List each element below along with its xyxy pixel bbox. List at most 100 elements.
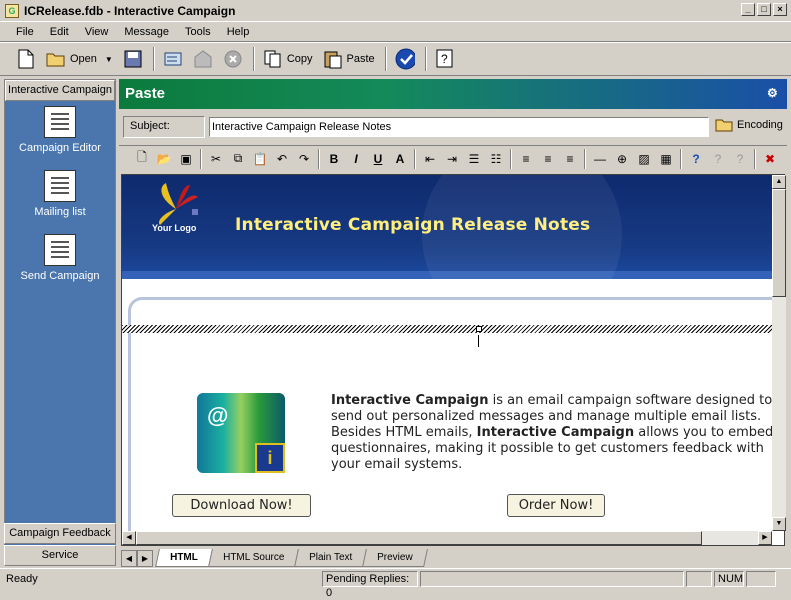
menu-file[interactable]: File	[8, 26, 42, 38]
check-button[interactable]	[391, 46, 419, 72]
panel-title: Paste	[125, 85, 166, 102]
help-button[interactable]: ?	[431, 46, 459, 72]
banner-title: Interactive Campaign Release Notes	[235, 215, 591, 235]
help-disabled-icon[interactable]: ?	[729, 148, 751, 170]
toolbar-separator	[152, 47, 155, 71]
download-now-button[interactable]: Download Now!	[172, 494, 311, 517]
outdent-icon[interactable]: ⇤	[419, 148, 441, 170]
tab-plain-text[interactable]: Plain Text	[294, 549, 368, 567]
toolbar-separator	[424, 47, 427, 71]
menu-edit[interactable]: Edit	[42, 26, 77, 38]
save-button[interactable]	[119, 46, 147, 72]
tab-next-icon[interactable]: ▶	[137, 550, 153, 567]
menu-help[interactable]: Help	[219, 26, 258, 38]
paste-icon[interactable]: 📋	[249, 148, 271, 170]
sidebar-header[interactable]: Interactive Campaign	[5, 80, 115, 101]
align-right-icon[interactable]: ≡	[559, 148, 581, 170]
paste-icon	[323, 49, 343, 69]
help-icon: ?	[435, 49, 455, 69]
open-folder-icon[interactable]: 📂	[153, 148, 175, 170]
text-caret	[478, 335, 479, 347]
open-button[interactable]: Open ▼	[42, 46, 117, 72]
document-pencil-icon	[44, 106, 76, 138]
status-bar: Ready Pending Replies: 0 NUM	[0, 568, 791, 599]
order-now-button[interactable]: Order Now!	[507, 494, 605, 517]
folder-open-icon	[46, 49, 66, 69]
view-tabs: ◀ ▶ HTML HTML Source Plain Text Preview	[121, 548, 785, 567]
copy-icon[interactable]: ⧉	[227, 148, 249, 170]
menu-message[interactable]: Message	[116, 26, 177, 38]
minimize-button[interactable]: _	[741, 3, 755, 16]
stop-button[interactable]	[219, 46, 247, 72]
copy-button[interactable]: Copy	[259, 46, 317, 72]
tab-preview[interactable]: Preview	[362, 549, 428, 567]
new-page-icon[interactable]: 🗋	[131, 148, 153, 170]
vertical-scrollbar[interactable]: ▲ ▼	[772, 175, 786, 531]
font-color-icon[interactable]: A	[389, 148, 411, 170]
paste-button[interactable]: Paste	[319, 46, 379, 72]
scroll-down-icon[interactable]: ▼	[772, 517, 786, 531]
align-left-icon[interactable]: ≡	[515, 148, 537, 170]
bullet-list-icon[interactable]: ☷	[485, 148, 507, 170]
dropdown-arrow-icon[interactable]: ▼	[105, 55, 113, 64]
horizontal-scrollbar[interactable]: ◀ ▶	[122, 531, 772, 545]
subject-label: Subject:	[123, 116, 205, 138]
align-center-icon[interactable]: ≡	[537, 148, 559, 170]
delete-icon[interactable]: ✖	[759, 148, 781, 170]
scroll-right-icon[interactable]: ▶	[758, 531, 772, 545]
save-icon	[123, 49, 143, 69]
envelope-disabled-icon	[193, 49, 213, 69]
sidebar-campaign-feedback[interactable]: Campaign Feedback	[4, 523, 116, 544]
indent-icon[interactable]: ⇥	[441, 148, 463, 170]
send-button[interactable]	[189, 46, 217, 72]
tab-prev-icon[interactable]: ◀	[121, 550, 137, 567]
email-editor[interactable]: Your Logo Interactive Campaign Release N…	[121, 174, 785, 546]
italic-icon[interactable]: I	[345, 148, 367, 170]
email-banner: Your Logo Interactive Campaign Release N…	[122, 175, 772, 335]
scroll-thumb[interactable]	[772, 189, 786, 297]
maximize-button[interactable]: □	[757, 3, 771, 16]
menu-view[interactable]: View	[77, 26, 117, 38]
status-panel	[746, 571, 776, 587]
panel-options-icon[interactable]: ⚙	[767, 86, 781, 100]
new-document-icon	[16, 49, 36, 69]
sidebar-item-mailing-list[interactable]: Mailing list	[5, 170, 115, 218]
link-icon[interactable]: ⊕	[611, 148, 633, 170]
send-receive-icon	[163, 49, 183, 69]
status-ready: Ready	[6, 573, 38, 585]
product-image: @ i	[197, 393, 285, 473]
send-receive-button[interactable]	[159, 46, 187, 72]
selection-border	[122, 325, 772, 333]
sidebar-item-label: Send Campaign	[20, 270, 100, 282]
close-button[interactable]: ×	[773, 3, 787, 16]
undo-icon[interactable]: ↶	[271, 148, 293, 170]
horizontal-rule-icon[interactable]: —	[589, 148, 611, 170]
sidebar-item-campaign-editor[interactable]: Campaign Editor	[5, 106, 115, 154]
scroll-up-icon[interactable]: ▲	[772, 175, 786, 189]
help-disabled-icon[interactable]: ?	[707, 148, 729, 170]
copy-label: Copy	[286, 53, 313, 65]
tab-html-source[interactable]: HTML Source	[207, 549, 300, 567]
bold-icon[interactable]: B	[323, 148, 345, 170]
copy-icon	[263, 49, 283, 69]
save-icon[interactable]: ▣	[175, 148, 197, 170]
sidebar-item-send-campaign[interactable]: Send Campaign	[5, 234, 115, 282]
scroll-left-icon[interactable]: ◀	[122, 531, 136, 545]
new-button[interactable]	[12, 46, 40, 72]
scroll-thumb[interactable]	[136, 531, 702, 545]
encoding-button[interactable]: Encoding	[715, 117, 783, 133]
sidebar: Interactive Campaign Campaign Editor Mai…	[4, 79, 116, 566]
underline-icon[interactable]: U	[367, 148, 389, 170]
table-icon[interactable]: ▦	[655, 148, 677, 170]
numbered-list-icon[interactable]: ☰	[463, 148, 485, 170]
menu-tools[interactable]: Tools	[177, 26, 219, 38]
cut-icon[interactable]: ✂	[205, 148, 227, 170]
sidebar-service[interactable]: Service	[4, 545, 116, 566]
paste-label: Paste	[346, 53, 375, 65]
image-icon[interactable]: ▨	[633, 148, 655, 170]
subject-input[interactable]	[209, 117, 709, 137]
tab-html[interactable]: HTML	[155, 549, 213, 567]
help-icon[interactable]: ?	[685, 148, 707, 170]
resize-handle[interactable]	[476, 326, 482, 332]
redo-icon[interactable]: ↷	[293, 148, 315, 170]
